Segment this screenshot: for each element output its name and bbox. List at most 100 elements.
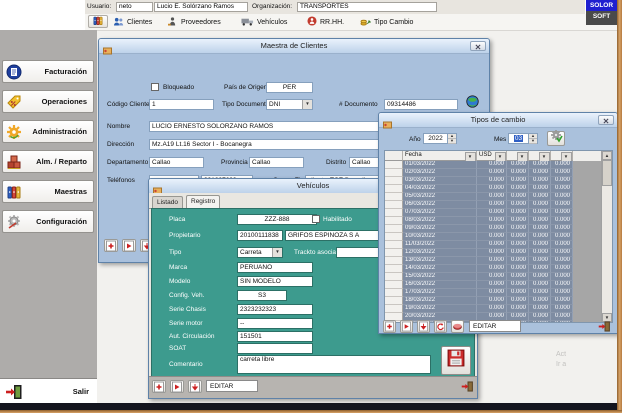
rate-cell[interactable]: 0.000: [507, 249, 529, 257]
row-selector[interactable]: [385, 209, 403, 217]
fecha-cell[interactable]: 06/03/2022: [403, 201, 477, 209]
sidebar-item-administracion[interactable]: Administración: [2, 120, 94, 143]
table-row[interactable]: 14/03/20220.0000.0000.0000.000: [385, 265, 612, 273]
spinner-arrows-icon[interactable]: ▲▼: [447, 134, 456, 143]
rate-cell[interactable]: 0.000: [551, 209, 573, 217]
fecha-cell[interactable]: 01/03/2022: [403, 161, 477, 169]
pais-origen-field[interactable]: PER: [266, 82, 313, 93]
rate-cell[interactable]: 0.000: [551, 273, 573, 281]
usd-cell[interactable]: 0.000: [477, 289, 507, 297]
organizacion-field[interactable]: TRANSPORTES: [297, 2, 437, 12]
usd-cell[interactable]: 0.000: [477, 225, 507, 233]
row-selector[interactable]: [385, 217, 403, 225]
bloqueado-checkbox[interactable]: [151, 83, 159, 91]
usuario-fullname-field[interactable]: Lucio E. Solórzano Ramos: [154, 2, 248, 12]
table-row[interactable]: 07/03/20220.0000.0000.0000.000: [385, 209, 612, 217]
library-button[interactable]: [88, 15, 108, 28]
record-delete-button[interactable]: [188, 380, 202, 393]
tracto-asociado-field[interactable]: [336, 247, 382, 258]
toolbar-item-rrhh[interactable]: RR.HH.: [307, 16, 344, 28]
rate-cell[interactable]: 0.000: [529, 241, 551, 249]
fecha-cell[interactable]: 05/03/2022: [403, 193, 477, 201]
rate-cell[interactable]: 0.000: [507, 297, 529, 305]
rate-cell[interactable]: 0.000: [529, 233, 551, 241]
table-row[interactable]: 12/03/20220.0000.0000.0000.000: [385, 249, 612, 257]
close-button[interactable]: [598, 115, 614, 125]
record-next-button[interactable]: [400, 320, 413, 333]
row-selector[interactable]: [385, 241, 403, 249]
usd-cell[interactable]: 0.000: [477, 185, 507, 193]
serie-motor-field[interactable]: --: [237, 318, 313, 329]
rate-cell[interactable]: 0.000: [551, 249, 573, 257]
rate-cell[interactable]: 0.000: [507, 161, 529, 169]
save-button[interactable]: [441, 346, 471, 375]
usd-cell[interactable]: 0.000: [477, 217, 507, 225]
row-selector[interactable]: [385, 297, 403, 305]
row-selector[interactable]: [385, 233, 403, 241]
rate-cell[interactable]: 0.000: [507, 185, 529, 193]
usd-cell[interactable]: 0.000: [477, 177, 507, 185]
aut-circulacion-field[interactable]: 151501: [237, 331, 313, 342]
usd-cell[interactable]: 0.000: [477, 233, 507, 241]
record-new-button[interactable]: [152, 380, 166, 393]
provincia-field[interactable]: Callao: [249, 157, 304, 168]
scrollbar-thumb[interactable]: [602, 160, 612, 186]
table-row[interactable]: 15/03/20220.0000.0000.0000.000: [385, 273, 612, 281]
sidebar-item-maestras[interactable]: Maestras: [2, 180, 94, 203]
rate-cell[interactable]: 0.000: [551, 185, 573, 193]
rate-cell[interactable]: 0.000: [529, 273, 551, 281]
usd-cell[interactable]: 0.000: [477, 257, 507, 265]
table-row[interactable]: 03/03/20220.0000.0000.0000.000: [385, 177, 612, 185]
rate-cell[interactable]: 0.000: [529, 161, 551, 169]
marca-field[interactable]: PERUANO: [237, 262, 313, 273]
table-row[interactable]: 04/03/20220.0000.0000.0000.000: [385, 185, 612, 193]
config-veh-field[interactable]: S3: [237, 290, 287, 301]
fecha-cell[interactable]: 18/03/2022: [403, 297, 477, 305]
tipos-cambio-titlebar[interactable]: Tipos de cambio: [379, 113, 617, 128]
rate-cell[interactable]: 0.000: [507, 217, 529, 225]
table-row[interactable]: 17/03/20220.0000.0000.0000.000: [385, 289, 612, 297]
row-selector[interactable]: [385, 161, 403, 169]
rate-cell[interactable]: 0.000: [529, 209, 551, 217]
row-selector[interactable]: [385, 273, 403, 281]
row-selector[interactable]: [385, 193, 403, 201]
column-header[interactable]: ▼: [529, 151, 551, 161]
fecha-cell[interactable]: 13/03/2022: [403, 257, 477, 265]
rate-cell[interactable]: 0.000: [507, 177, 529, 185]
rate-cell[interactable]: 0.000: [529, 177, 551, 185]
table-row[interactable]: 13/03/20220.0000.0000.0000.000: [385, 257, 612, 265]
usd-cell[interactable]: 0.000: [477, 169, 507, 177]
mes-spinner[interactable]: 03 ▲▼: [508, 133, 538, 144]
propietario-nombre-field[interactable]: GRIFOS ESPINOZA S A: [285, 230, 382, 241]
row-selector[interactable]: [385, 289, 403, 297]
editar-status-field[interactable]: EDITAR: [469, 320, 521, 332]
sidebar-item-facturacion[interactable]: Facturación: [2, 60, 94, 83]
usd-cell[interactable]: 0.000: [477, 305, 507, 313]
fecha-column-header[interactable]: Fecha▼: [403, 151, 477, 161]
rate-cell[interactable]: 0.000: [529, 321, 551, 323]
rate-cell[interactable]: 0.000: [507, 241, 529, 249]
row-selector[interactable]: [385, 177, 403, 185]
sidebar-item-salir[interactable]: Salir: [0, 378, 97, 404]
rate-cell[interactable]: 0.000: [507, 273, 529, 281]
num-documento-field[interactable]: 09314486: [384, 99, 458, 110]
placa-field[interactable]: ZZZ-888: [237, 214, 317, 225]
rate-cell[interactable]: 0.000: [529, 225, 551, 233]
filter-dropdown-icon[interactable]: ▼: [495, 152, 506, 162]
usd-cell[interactable]: 0.000: [477, 249, 507, 257]
toolbar-item-vehiculos[interactable]: Vehículos: [241, 16, 287, 28]
row-selector[interactable]: [385, 305, 403, 313]
table-row[interactable]: 11/03/20220.0000.0000.0000.000: [385, 241, 612, 249]
usd-cell[interactable]: 0.000: [477, 273, 507, 281]
rate-cell[interactable]: 0.000: [529, 249, 551, 257]
rate-cell[interactable]: 0.000: [551, 281, 573, 289]
fecha-cell[interactable]: 08/03/2022: [403, 217, 477, 225]
row-selector[interactable]: [385, 281, 403, 289]
rate-cell[interactable]: 0.000: [507, 233, 529, 241]
rate-cell[interactable]: 0.000: [551, 169, 573, 177]
fecha-cell[interactable]: 10/03/2022: [403, 233, 477, 241]
exit-window-button[interactable]: [461, 380, 474, 398]
tipo-documento-select[interactable]: DNI ▼: [266, 99, 313, 110]
filter-dropdown-icon[interactable]: ▼: [465, 152, 476, 162]
exit-window-button[interactable]: [598, 320, 611, 338]
